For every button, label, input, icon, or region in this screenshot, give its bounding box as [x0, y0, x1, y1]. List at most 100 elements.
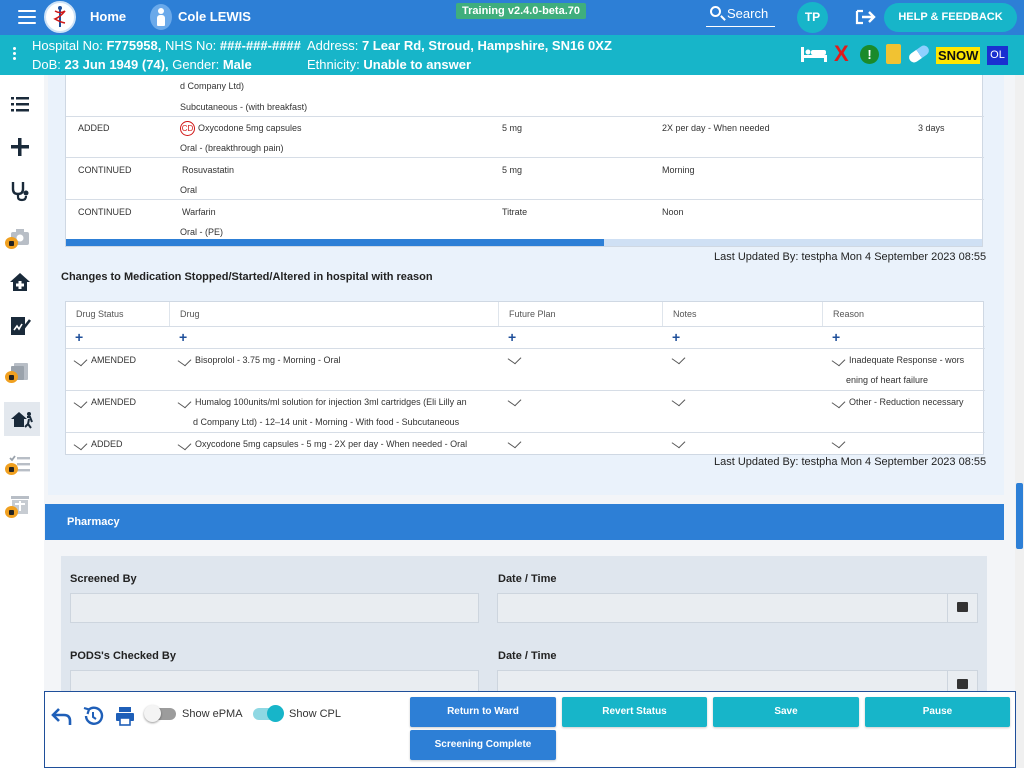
changes-section-title: Changes to Medication Stopped/Started/Al… — [61, 271, 433, 283]
drug-status[interactable]: AMENDED — [73, 396, 136, 409]
column-header[interactable]: Future Plan — [499, 302, 663, 326]
snow-badge[interactable]: SNOW — [936, 47, 981, 64]
screened-date-field[interactable] — [497, 593, 978, 623]
clipboard-icon[interactable] — [886, 44, 901, 64]
add-drug-button[interactable]: + — [179, 329, 187, 345]
edit-icon[interactable] — [831, 354, 846, 367]
notes[interactable] — [671, 352, 689, 365]
edit-icon[interactable] — [177, 396, 192, 409]
edit-icon[interactable] — [177, 354, 192, 367]
ethnicity-row: Ethnicity: Unable to answer — [307, 57, 471, 72]
drug-status[interactable]: ADDED — [73, 438, 123, 451]
revert-status-button[interactable]: Revert Status — [562, 697, 707, 727]
scrollbar-thumb[interactable] — [1016, 483, 1023, 549]
drug-text: Humalog 100units/ml solution for injecti… — [195, 397, 467, 407]
more-options-icon[interactable] — [13, 47, 17, 62]
edit-icon[interactable] — [831, 396, 846, 409]
menu-icon[interactable] — [18, 10, 36, 24]
screened-by-field[interactable] — [70, 593, 479, 623]
nhs-no: ###-###-#### — [219, 38, 301, 53]
patient-name[interactable]: Cole LEWIS — [178, 9, 251, 24]
edit-icon[interactable] — [507, 352, 522, 365]
return-to-ward-button[interactable]: Return to Ward — [410, 697, 556, 727]
save-button[interactable]: Save — [713, 697, 859, 727]
sidebar-sign-document-icon[interactable] — [8, 314, 36, 342]
sidebar — [0, 75, 44, 768]
print-icon[interactable] — [113, 704, 137, 728]
future-plan[interactable] — [507, 436, 525, 449]
edit-icon[interactable] — [73, 438, 88, 451]
history-icon[interactable] — [81, 704, 105, 728]
drug-detail[interactable]: Oxycodone 5mg capsules - 5 mg - 2X per d… — [177, 438, 467, 451]
pharmacy-header[interactable]: Pharmacy — [45, 504, 1004, 540]
edit-icon[interactable] — [671, 394, 686, 407]
sidebar-add-icon[interactable] — [8, 135, 36, 163]
future-plan[interactable] — [507, 352, 525, 365]
edit-icon[interactable] — [507, 394, 522, 407]
add-status-button[interactable]: + — [75, 329, 83, 345]
caduceus-icon — [53, 6, 66, 27]
build-badge: Training v2.4.0-beta.70 — [456, 3, 586, 19]
drug-duration: 3 days — [918, 123, 945, 133]
column-header[interactable]: Drug Status — [66, 302, 170, 326]
alert-icon[interactable]: ! — [860, 45, 879, 64]
edit-icon[interactable] — [671, 436, 686, 449]
column-header[interactable]: Notes — [663, 302, 823, 326]
reason-text-cont: ening of heart failure — [846, 375, 929, 385]
column-header[interactable]: Reason — [823, 302, 983, 326]
search-button[interactable]: Search — [706, 4, 775, 27]
undo-icon[interactable] — [50, 704, 74, 728]
drug-frequency: Morning — [662, 165, 695, 175]
ol-badge[interactable]: OL — [987, 46, 1008, 65]
user-avatar[interactable]: TP — [797, 2, 828, 33]
edit-icon[interactable] — [73, 354, 88, 367]
screening-complete-button[interactable]: Screening Complete — [410, 730, 556, 760]
horizontal-scrollbar[interactable] — [66, 239, 982, 246]
scrollbar-thumb[interactable] — [66, 239, 604, 246]
lock-icon — [5, 506, 18, 518]
last-updated-meds: Last Updated By: testpha Mon 4 September… — [714, 251, 987, 263]
show-epma-label: Show ePMA — [182, 708, 243, 720]
ethnicity: Unable to answer — [363, 57, 472, 72]
sidebar-home-medical-icon[interactable] — [8, 270, 36, 298]
bed-icon[interactable] — [800, 45, 828, 63]
allergy-x-icon[interactable]: X — [834, 43, 849, 65]
reason[interactable]: Inadequate Response - wors — [831, 354, 965, 367]
vertical-scrollbar[interactable] — [1015, 75, 1024, 768]
column-header[interactable]: Drug — [170, 302, 499, 326]
edit-icon[interactable] — [177, 438, 192, 451]
show-epma-toggle[interactable] — [144, 705, 176, 722]
home-link[interactable]: Home — [90, 9, 126, 24]
sidebar-discharge-icon[interactable] — [4, 402, 40, 436]
edit-icon[interactable] — [831, 436, 846, 449]
drug-detail[interactable]: Bisoprolol - 3.75 mg - Morning - Oral — [177, 354, 341, 367]
notes[interactable] — [671, 436, 689, 449]
add-reason-button[interactable]: + — [832, 329, 840, 345]
address-label: Address: — [307, 38, 359, 53]
add-future-plan-button[interactable]: + — [508, 329, 516, 345]
reason-text: Inadequate Response - wors — [849, 355, 965, 365]
drug-route: Oral - (breakthrough pain) — [180, 143, 284, 153]
sidebar-list-icon[interactable] — [8, 92, 36, 120]
edit-icon[interactable] — [671, 352, 686, 365]
reason[interactable]: Other - Reduction necessary — [831, 396, 964, 409]
drug-frequency: Noon — [662, 207, 684, 217]
calendar-button[interactable] — [947, 593, 977, 623]
controlled-drug-badge: CD — [180, 121, 195, 136]
notes[interactable] — [671, 394, 689, 407]
reason[interactable] — [831, 436, 849, 449]
pill-icon[interactable] — [907, 43, 931, 65]
sidebar-stethoscope-icon[interactable] — [8, 179, 36, 207]
changes-grid: Drug Status Drug Future Plan Notes Reaso… — [65, 301, 985, 455]
help-feedback-button[interactable]: HELP & FEEDBACK — [884, 3, 1017, 32]
add-notes-button[interactable]: + — [672, 329, 680, 345]
gender: Male — [222, 57, 252, 72]
drug-status[interactable]: AMENDED — [73, 354, 136, 367]
drug-detail[interactable]: Humalog 100units/ml solution for injecti… — [177, 396, 467, 409]
show-cpl-toggle[interactable] — [253, 705, 284, 722]
edit-icon[interactable] — [73, 396, 88, 409]
logout-icon[interactable] — [855, 9, 877, 25]
edit-icon[interactable] — [507, 436, 522, 449]
future-plan[interactable] — [507, 394, 525, 407]
pause-button[interactable]: Pause — [865, 697, 1010, 727]
